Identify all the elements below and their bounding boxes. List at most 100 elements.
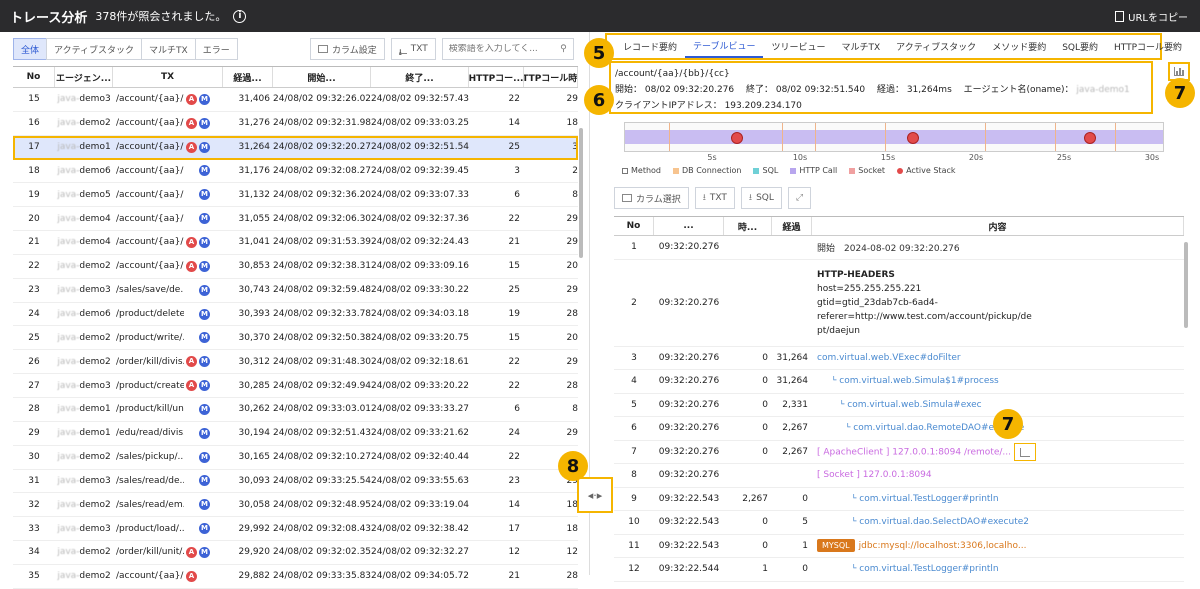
col-no[interactable]: No	[13, 67, 55, 87]
tab-tree-view[interactable]: ツリービュー	[763, 35, 833, 58]
active-stack-marker[interactable]	[731, 132, 743, 144]
tx-path[interactable]: /account/{aa}/{...	[116, 142, 184, 152]
step-content-text[interactable]: └ com.virtual.TestLogger#println	[817, 494, 999, 504]
table-row[interactable]: 22java-demo2/account/{aa}/{...AM30,85324…	[13, 255, 578, 279]
tx-path[interactable]: /account/{aa}/{...	[116, 261, 184, 271]
table-row[interactable]: 35java-demo2/account/{aa}/{...A29,88224/…	[13, 565, 578, 589]
step-row[interactable]: 10 09:32:22.543 0 5 └ com.virtual.dao.Select…	[614, 511, 1184, 535]
table-row[interactable]: 29java-demo1/edu/read/divis...M30,19424/…	[13, 422, 578, 446]
col-tx[interactable]: TX	[113, 67, 223, 87]
tx-path[interactable]: /product/write/...	[116, 333, 184, 343]
tx-path[interactable]: /account/{aa}/{...	[116, 94, 184, 104]
table-row[interactable]: 17java-demo1/account/{aa}/{...AM31,26424…	[13, 135, 578, 160]
active-stack-marker[interactable]	[1084, 132, 1096, 144]
tab-method-summary[interactable]: メソッド要約	[984, 35, 1054, 58]
col-start[interactable]: 開始...	[273, 67, 371, 87]
step-content-text[interactable]: └ com.virtual.web.Simula$1#process	[817, 376, 999, 386]
step-row[interactable]: 12 09:32:22.544 1 0 └ com.virtual.TestLogger…	[614, 558, 1184, 582]
col-elapsed[interactable]: 経過...	[223, 67, 273, 87]
tx-path[interactable]: /product/delete...	[116, 309, 184, 319]
table-row[interactable]: 30 java-demo2/sales/pickup/... M 30,165 24/0…	[13, 446, 578, 470]
table-row[interactable]: 27java-demo3/product/create...AM30,28524…	[13, 374, 578, 398]
tx-path[interactable]: /account/{aa}/{...	[116, 214, 184, 224]
search-input[interactable]	[448, 44, 549, 54]
step-content-text[interactable]: com.virtual.web.VExec#doFilter	[817, 353, 961, 363]
info-icon[interactable]: i	[233, 9, 247, 23]
column-settings-button[interactable]: カラム設定	[310, 38, 385, 60]
tx-path[interactable]: /product/create...	[116, 381, 184, 391]
filter-error[interactable]: エラー	[194, 38, 238, 60]
tx-path[interactable]: /sales/read/de...	[116, 476, 184, 486]
more-tabs-button[interactable]: ···	[1172, 40, 1182, 51]
tx-path[interactable]: /order/kill/divis...	[116, 357, 184, 367]
list-scrollbar[interactable]	[579, 128, 583, 258]
step-row[interactable]: 6 09:32:20.276 0 2,267 └ com.virtual.dao.Rem…	[614, 417, 1184, 441]
table-row[interactable]: 19java-demo5/account/{aa}/{...M31,13224/…	[13, 183, 578, 208]
col-step-no[interactable]: No	[614, 217, 654, 235]
step-row[interactable]: 2 09:32:20.276 HTTP-HEADERS host=255.255.25…	[614, 260, 1184, 347]
search-icon[interactable]: ⚲	[560, 44, 567, 54]
tx-path[interactable]: /account/{aa}/{...	[116, 118, 184, 128]
trace-timeline[interactable]	[624, 122, 1164, 152]
tx-path[interactable]: /product/kill/un...	[116, 404, 184, 414]
step-row[interactable]: 1 09:32:20.276 開始 2024-08-02 09:32:20.276	[614, 236, 1184, 260]
step-row[interactable]: 11 09:32:22.543 0 1 MYSQL jdbc:mysql://localh…	[614, 535, 1184, 558]
col-agent[interactable]: エージェン...	[55, 67, 113, 87]
tab-table-view[interactable]: テーブルビュー	[685, 35, 764, 58]
step-row[interactable]: 8 09:32:20.276 [ Socket ] 127.0.0.1:8094	[614, 464, 1184, 488]
step-content-text[interactable]: └ com.virtual.dao.SelectDAO#execute2	[817, 517, 1029, 527]
table-row[interactable]: 21java-demo4/account/{aa}/{...AM31,04124…	[13, 231, 578, 255]
table-row[interactable]: 31 java-demo3/sales/read/de... M 30,093 24/0…	[13, 470, 578, 494]
expand-button[interactable]: ⤢	[787, 187, 812, 209]
txt-download-button[interactable]: ⭳ TXT	[390, 38, 436, 60]
active-stack-marker[interactable]	[907, 132, 919, 144]
tab-sql-summary[interactable]: SQL要約	[1054, 35, 1106, 58]
table-row[interactable]: 28java-demo1/product/kill/un...M30,26224…	[13, 398, 578, 422]
tx-path[interactable]: /sales/read/em...	[116, 500, 184, 510]
detail-scrollbar[interactable]	[1184, 242, 1188, 328]
tx-path[interactable]: /edu/read/divis...	[116, 428, 184, 438]
col-step-content[interactable]: 内容	[812, 217, 1184, 235]
table-row[interactable]: 26 java-demo2/order/kill/divis... A M 30,312…	[13, 350, 578, 375]
step-chart-button[interactable]	[1014, 442, 1036, 461]
table-row[interactable]: 25 java-demo2/product/write/... M 30,370 24/…	[13, 326, 578, 351]
table-row[interactable]: 34 java-demo2/order/kill/unit/... A M 29,920…	[13, 541, 578, 565]
col-http-time[interactable]: HTTPコール時間	[524, 67, 578, 87]
tx-path[interactable]: /account/{aa}/{...	[116, 190, 184, 200]
step-row[interactable]: 7 09:32:20.276 0 2,267 [ ApacheClient ] 127.…	[614, 441, 1184, 464]
filter-multi-tx[interactable]: マルチTX	[141, 38, 196, 60]
col-step-time[interactable]: ...	[654, 217, 724, 235]
detail-sql-button[interactable]: ⭳ SQL	[740, 187, 782, 209]
filter-all[interactable]: 全体	[13, 38, 48, 60]
step-row[interactable]: 9 09:32:22.543 2,267 0 └ com.virtual.TestLog…	[614, 488, 1184, 511]
table-row[interactable]: 15java-demo3/account/{aa}/{...AM31,40624…	[13, 88, 578, 112]
tab-multi-tx[interactable]: マルチTX	[834, 35, 889, 58]
table-row[interactable]: 33 java-demo3/product/load/... M 29,992 24/0…	[13, 517, 578, 542]
col-http-count[interactable]: HTTPコー...	[469, 67, 524, 87]
tab-record-summary[interactable]: レコード要約	[615, 35, 685, 58]
table-row[interactable]: 24java-demo6/product/delete...M30,39324/…	[13, 303, 578, 327]
col-step-gap[interactable]: 時...	[724, 217, 772, 235]
step-content-text[interactable]: └ com.virtual.web.Simula#exec	[817, 400, 982, 410]
tx-path[interactable]: /account/{aa}/{...	[116, 166, 184, 176]
column-select-button[interactable]: カラム選択	[614, 187, 689, 209]
detail-txt-button[interactable]: ⭳ TXT	[694, 187, 735, 209]
tx-path[interactable]: /sales/pickup/...	[116, 452, 184, 462]
tx-path[interactable]: /order/kill/unit/...	[116, 547, 184, 557]
table-row[interactable]: 32 java-demo2/sales/read/em... M 30,058 24/0…	[13, 493, 578, 518]
filter-active-stack[interactable]: アクティブスタック	[46, 38, 143, 60]
table-row[interactable]: 18java-demo6/account/{aa}/{...M31,17624/…	[13, 160, 578, 184]
step-content-text[interactable]: └ com.virtual.TestLogger#println	[817, 564, 999, 574]
tab-active-stack[interactable]: アクティブスタック	[888, 35, 984, 58]
col-end[interactable]: 終了...	[371, 67, 469, 87]
tx-path[interactable]: /sales/save/de...	[116, 285, 184, 295]
table-row[interactable]: 16java-demo2/account/{aa}/{...AM31,27624…	[13, 112, 578, 136]
table-row[interactable]: 20java-demo4/account/{aa}/{...M31,05524/…	[13, 207, 578, 232]
col-step-elapsed[interactable]: 経過	[772, 217, 812, 235]
tx-path[interactable]: /account/{aa}/{...	[116, 571, 184, 581]
step-row[interactable]: 3 09:32:20.276 0 31,264 com.virtual.web.VExe…	[614, 347, 1184, 370]
step-row[interactable]: 5 09:32:20.276 0 2,331 └ com.virtual.web.Sim…	[614, 394, 1184, 417]
tx-path[interactable]: /product/load/...	[116, 524, 184, 534]
tx-path[interactable]: /account/{aa}/{...	[116, 237, 184, 247]
step-row[interactable]: 4 09:32:20.276 0 31,264 └ com.virtual.web.Si…	[614, 370, 1184, 394]
